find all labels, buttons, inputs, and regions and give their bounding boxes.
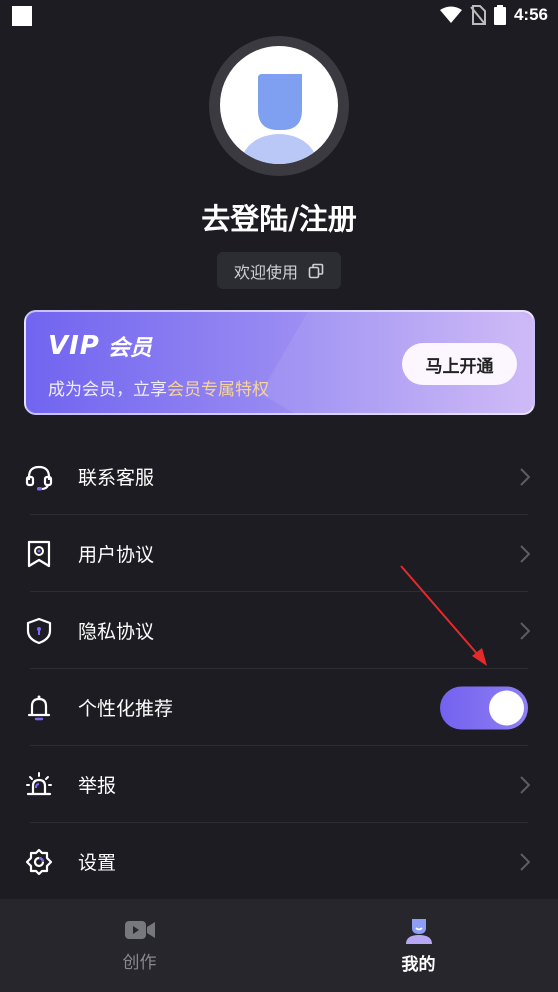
- notification-icon: [12, 6, 32, 26]
- menu-item-personalized-recommendation: 个性化推荐: [0, 669, 558, 746]
- copy-icon[interactable]: [308, 263, 324, 279]
- status-time: 4:56: [513, 5, 548, 24]
- personalized-recommendation-toggle[interactable]: [440, 686, 528, 729]
- bell-icon: [24, 693, 54, 723]
- menu-item-user-agreement[interactable]: 用户协议: [0, 515, 558, 592]
- vip-subtitle: 成为会员，立享会员专属特权: [48, 375, 269, 400]
- status-bar: 4:56: [0, 0, 558, 32]
- toggle-knob: [489, 690, 524, 725]
- no-sim-icon: [470, 5, 486, 25]
- menu-item-label: 用户协议: [78, 544, 155, 566]
- user-icon: [405, 919, 432, 944]
- default-avatar-icon: [241, 74, 317, 164]
- bottom-tab-bar: 创作 我的: [0, 899, 558, 992]
- settings-menu: 联系客服 用户协议 隐私协议 个性化推荐 举报 设置: [0, 438, 558, 900]
- gear-icon: [24, 847, 54, 877]
- vip-open-button[interactable]: 马上开通: [402, 343, 517, 385]
- menu-item-report[interactable]: 举报: [0, 746, 558, 823]
- menu-item-label: 个性化推荐: [78, 698, 174, 720]
- tab-label: 我的: [401, 955, 436, 975]
- vip-logo: VIP: [48, 331, 100, 361]
- siren-icon: [24, 770, 54, 800]
- chevron-right-icon: [520, 775, 530, 794]
- menu-item-privacy-policy[interactable]: 隐私协议: [0, 592, 558, 669]
- battery-icon: [493, 5, 506, 25]
- tab-create[interactable]: 创作: [0, 899, 279, 992]
- menu-item-customer-service[interactable]: 联系客服: [0, 438, 558, 515]
- shield-lock-icon: [24, 616, 54, 646]
- tab-mine[interactable]: 我的: [279, 899, 558, 992]
- avatar[interactable]: [220, 46, 338, 164]
- chevron-right-icon: [520, 544, 530, 563]
- video-camera-icon: [124, 921, 155, 939]
- chevron-right-icon: [520, 852, 530, 871]
- vip-label: 会员: [107, 336, 152, 361]
- wifi-icon: [439, 6, 462, 23]
- vip-card[interactable]: VIP 会员 成为会员，立享会员专属特权 马上开通: [24, 310, 535, 415]
- login-register-title[interactable]: 去登陆/注册: [0, 196, 558, 238]
- chevron-right-icon: [520, 621, 530, 640]
- welcome-chip[interactable]: 欢迎使用: [217, 252, 341, 289]
- menu-item-label: 举报: [78, 775, 117, 797]
- vip-subtitle-prefix: 成为会员，立享: [48, 380, 167, 400]
- menu-item-label: 设置: [78, 852, 117, 874]
- headset-icon: [24, 462, 54, 492]
- welcome-text: 欢迎使用: [233, 262, 298, 282]
- tab-label: 创作: [122, 953, 157, 973]
- menu-item-label: 联系客服: [78, 467, 155, 489]
- vip-subtitle-highlight: 会员专属特权: [167, 380, 269, 400]
- vip-title: VIP 会员: [48, 330, 152, 362]
- menu-item-settings[interactable]: 设置: [0, 823, 558, 900]
- chevron-right-icon: [520, 467, 530, 486]
- menu-item-label: 隐私协议: [78, 621, 155, 643]
- bookmark-badge-icon: [24, 539, 54, 569]
